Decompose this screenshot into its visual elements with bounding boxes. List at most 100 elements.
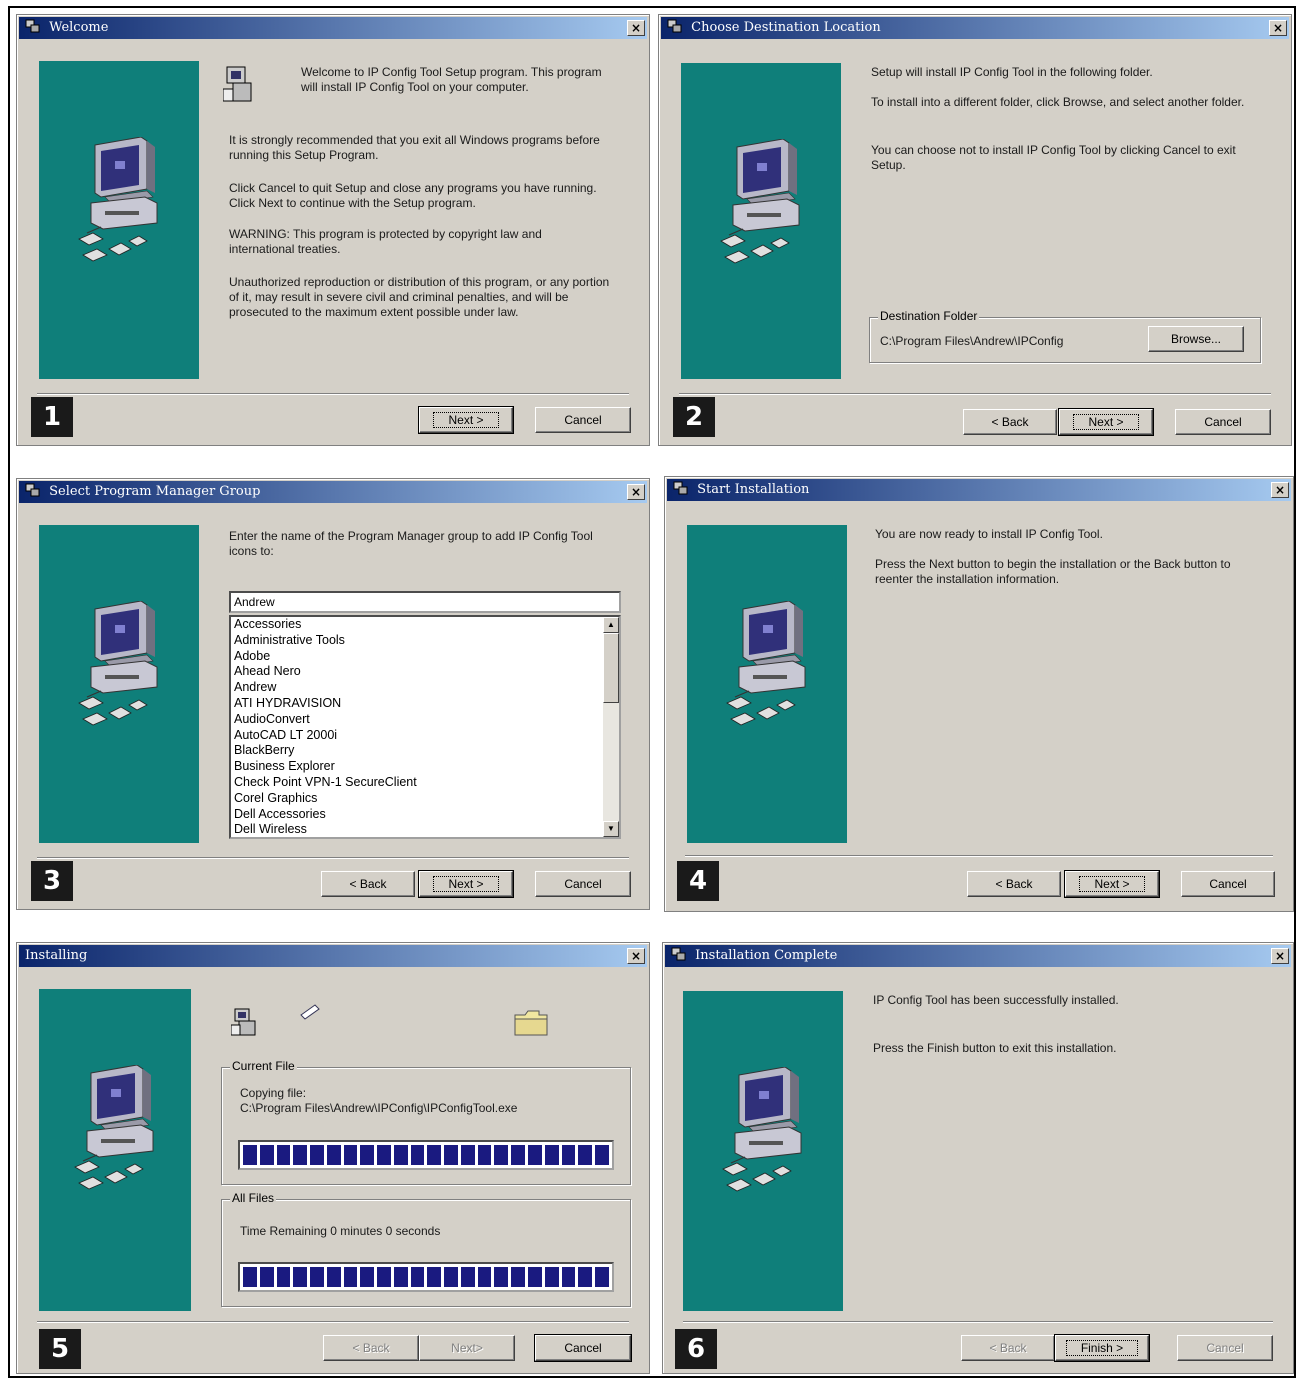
dialog-title: Installation Complete xyxy=(695,948,838,963)
list-item[interactable]: Dell Accessories xyxy=(231,807,619,823)
back-button[interactable]: < Back xyxy=(321,871,415,897)
back-button[interactable]: < Back xyxy=(961,1335,1055,1361)
list-item[interactable]: Accessories xyxy=(231,617,619,633)
step-number: 6 xyxy=(675,1329,717,1369)
progress-block xyxy=(427,1145,442,1165)
progress-block xyxy=(310,1267,324,1287)
progress-block xyxy=(511,1145,526,1165)
title-bar[interactable]: Welcome × xyxy=(19,17,647,39)
dialog-installing: Installing × Current File Copying file: … xyxy=(16,942,650,1374)
next-button[interactable]: Next > xyxy=(418,870,514,898)
list-item[interactable]: BlackBerry xyxy=(231,743,619,759)
progress-block xyxy=(393,1267,408,1287)
cancel-button[interactable]: Cancel xyxy=(535,407,631,433)
title-bar[interactable]: Installation Complete × xyxy=(665,945,1291,967)
progress-block xyxy=(444,1145,458,1165)
progress-block xyxy=(595,1267,609,1287)
divider xyxy=(685,855,1273,857)
list-item[interactable]: Business Explorer xyxy=(231,759,619,775)
divider xyxy=(37,857,629,859)
close-icon[interactable]: × xyxy=(1271,948,1289,964)
progress-block xyxy=(494,1267,509,1287)
progress-block xyxy=(460,1145,475,1165)
step-number: 5 xyxy=(39,1329,81,1369)
next-button[interactable]: Next > xyxy=(418,406,514,434)
cancel-button[interactable]: Cancel xyxy=(534,1334,632,1362)
paragraph-2: Click Cancel to quit Setup and close any… xyxy=(229,181,597,210)
close-icon[interactable]: × xyxy=(627,948,645,964)
progress-block xyxy=(494,1145,509,1165)
setup-icon xyxy=(231,1008,256,1036)
group-name-input[interactable]: Andrew xyxy=(229,591,621,613)
list-item[interactable]: Andrew xyxy=(231,680,619,696)
progress-block xyxy=(377,1145,391,1165)
divider xyxy=(683,1321,1273,1323)
back-button[interactable]: < Back xyxy=(967,871,1061,897)
time-remaining: Time Remaining 0 minutes 0 seconds xyxy=(240,1224,441,1238)
cancel-button[interactable]: Cancel xyxy=(1181,871,1275,897)
file-progress-bar xyxy=(238,1140,614,1170)
setup-icon xyxy=(25,19,40,33)
scroll-up-icon[interactable]: ▲ xyxy=(603,617,619,633)
back-button[interactable]: < Back xyxy=(963,409,1057,435)
dialog-welcome: Welcome × Welcome to IP Config Tool Setu… xyxy=(16,14,650,446)
progress-block xyxy=(360,1267,375,1287)
dialog-title: Choose Destination Location xyxy=(691,20,881,35)
total-progress-bar xyxy=(238,1262,614,1292)
list-item[interactable]: AutoCAD LT 2000i xyxy=(231,728,619,744)
progress-block xyxy=(528,1267,542,1287)
list-item[interactable]: Check Point VPN-1 SecureClient xyxy=(231,775,619,791)
step-number: 2 xyxy=(673,397,715,437)
current-file-group: Current File Copying file: C:\Program Fi… xyxy=(221,1059,631,1185)
list-item[interactable]: Administrative Tools xyxy=(231,633,619,649)
progress-block xyxy=(511,1267,526,1287)
title-bar[interactable]: Start Installation × xyxy=(667,479,1291,501)
progress-block xyxy=(444,1267,458,1287)
browse-button[interactable]: Browse... xyxy=(1148,326,1244,352)
close-icon[interactable]: × xyxy=(1269,20,1287,36)
destination-path: C:\Program Files\Andrew\IPConfig xyxy=(880,334,1064,348)
setup-icon xyxy=(673,481,688,495)
scroll-thumb[interactable] xyxy=(603,633,619,703)
progress-block xyxy=(595,1145,609,1165)
step-number: 4 xyxy=(677,861,719,901)
back-button[interactable]: < Back xyxy=(323,1335,419,1361)
title-bar[interactable]: Select Program Manager Group × xyxy=(19,481,647,503)
cancel-button[interactable]: Cancel xyxy=(535,871,631,897)
close-icon[interactable]: × xyxy=(1271,482,1289,498)
paragraph-1: You are now ready to install IP Config T… xyxy=(875,527,1103,541)
dialog-title: Start Installation xyxy=(697,482,810,497)
group-list: Accessories Administrative Tools Adobe Ahea… xyxy=(231,617,619,837)
cancel-button[interactable]: Cancel xyxy=(1177,1335,1273,1361)
progress-block xyxy=(259,1145,274,1165)
group-listbox[interactable]: Accessories Administrative Tools Adobe Ahea… xyxy=(229,615,621,839)
next-button[interactable]: Next > xyxy=(1064,870,1160,898)
close-icon[interactable]: × xyxy=(627,484,645,500)
list-item[interactable]: AudioConvert xyxy=(231,712,619,728)
title-bar[interactable]: Choose Destination Location × xyxy=(661,17,1289,39)
next-button[interactable]: Next > xyxy=(1058,408,1154,436)
scrollbar[interactable]: ▲ ▼ xyxy=(603,617,619,837)
title-bar[interactable]: Installing × xyxy=(19,945,647,967)
list-item[interactable]: Ahead Nero xyxy=(231,664,619,680)
progress-block xyxy=(276,1267,291,1287)
scroll-down-icon[interactable]: ▼ xyxy=(603,821,619,837)
list-item[interactable]: Corel Graphics xyxy=(231,791,619,807)
progress-block xyxy=(393,1145,408,1165)
progress-block xyxy=(561,1145,576,1165)
group-label: All Files xyxy=(230,1191,277,1205)
next-button[interactable]: Next> xyxy=(419,1335,515,1361)
divider xyxy=(679,393,1271,395)
cancel-button[interactable]: Cancel xyxy=(1175,409,1271,435)
progress-block xyxy=(293,1267,308,1287)
paragraph-3: You can choose not to install IP Config … xyxy=(871,143,1236,172)
paragraph-1: IP Config Tool has been successfully ins… xyxy=(873,993,1119,1007)
list-item[interactable]: Adobe xyxy=(231,649,619,665)
close-icon[interactable]: × xyxy=(627,20,645,36)
list-item[interactable]: Dell Wireless xyxy=(231,822,619,837)
paragraph-2: To install into a different folder, clic… xyxy=(871,95,1245,109)
list-item[interactable]: ATI HYDRAVISION xyxy=(231,696,619,712)
setup-icon xyxy=(223,66,252,102)
finish-button[interactable]: Finish > xyxy=(1054,1334,1150,1362)
teal-panel xyxy=(683,991,843,1311)
